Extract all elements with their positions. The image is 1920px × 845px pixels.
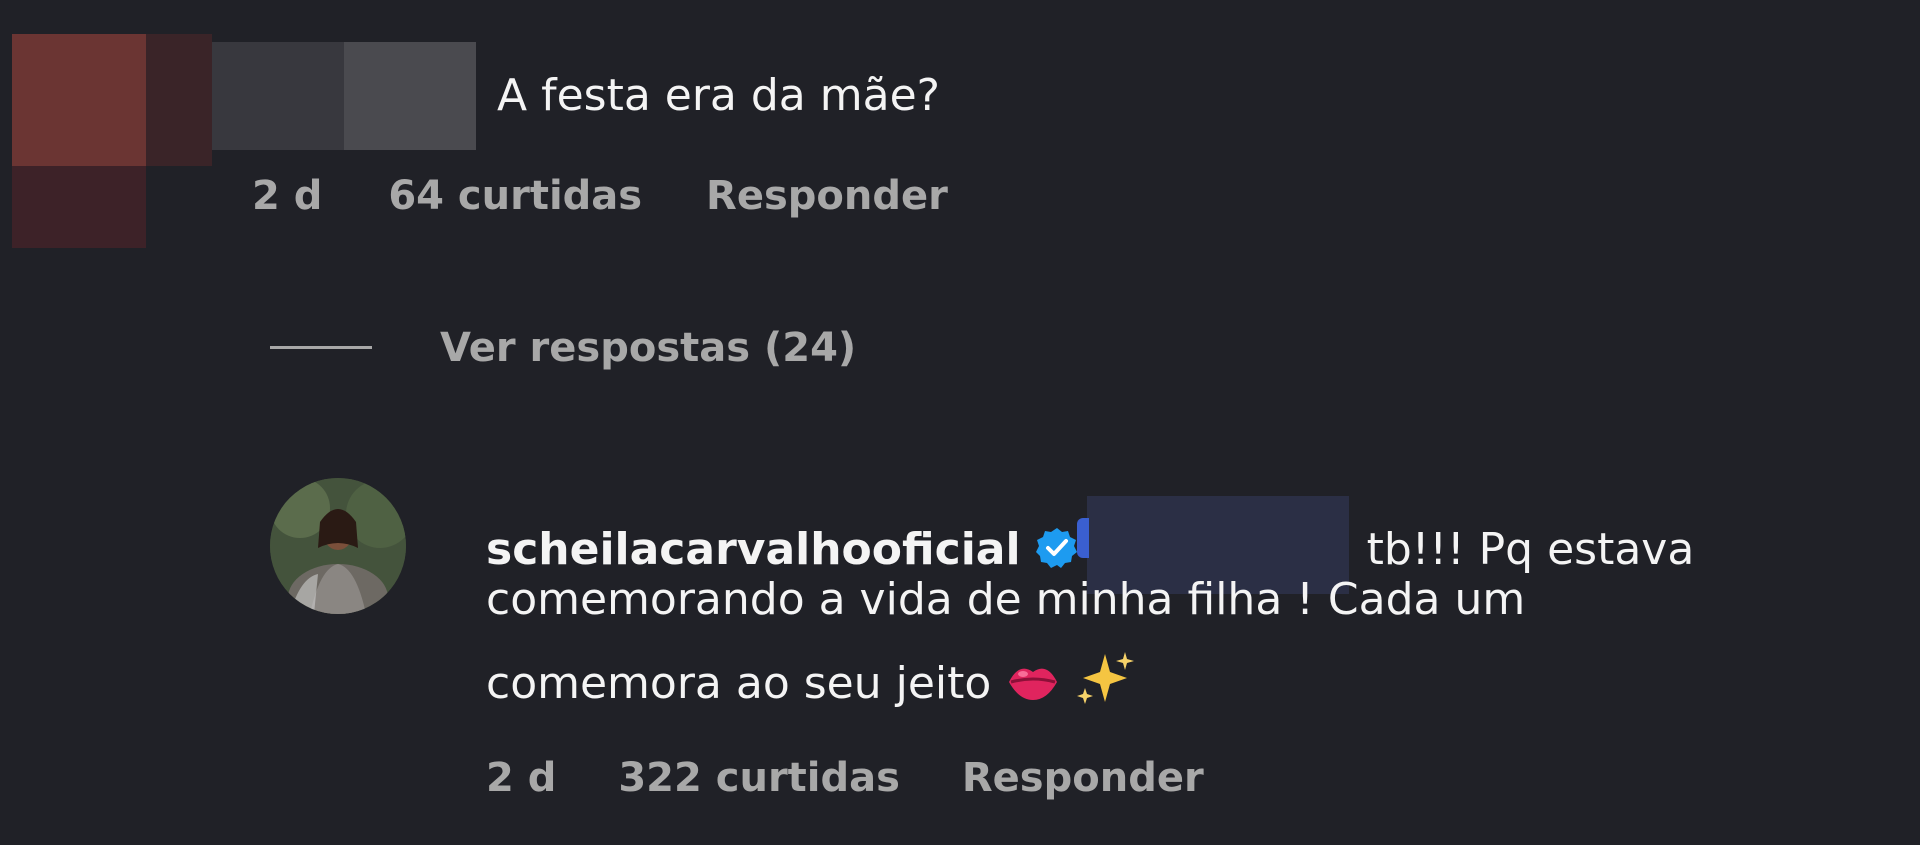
comment-meta: 2 d 322 curtidas Responder (486, 758, 1204, 798)
like-count[interactable]: 64 curtidas (388, 176, 642, 216)
avatar[interactable] (12, 34, 212, 248)
reply-text-line3: comemora ao seu jeito (486, 658, 992, 709)
like-count[interactable]: 322 curtidas (618, 758, 900, 798)
username-redaction (212, 42, 344, 150)
avatar[interactable] (270, 478, 406, 614)
view-replies-button[interactable]: Ver respostas (24) (440, 328, 856, 368)
reply-line-3: comemora ao seu jeito (486, 650, 1137, 714)
kiss-mark-icon (1005, 656, 1061, 714)
comment-meta: 2 d 64 curtidas Responder (252, 176, 948, 216)
username[interactable]: scheilacarvalhooficial (486, 524, 1021, 575)
comment-timestamp: 2 d (252, 173, 323, 219)
reply-text-line1: tb!!! Pq estava (1366, 524, 1695, 575)
reply-button[interactable]: Responder (706, 176, 948, 216)
comment-text: A festa era da mãe? (497, 70, 941, 121)
reply-line-2: comemorando a vida de minha filha ! Cada… (486, 574, 1526, 625)
reply-button[interactable]: Responder (962, 758, 1204, 798)
comment-timestamp: 2 d (486, 755, 557, 801)
username-redaction (344, 42, 476, 150)
comments-panel: A festa era da mãe? 2 d 64 curtidas Resp… (0, 0, 1920, 845)
sparkles-icon (1075, 650, 1137, 714)
verified-badge-icon (1035, 526, 1079, 570)
replies-divider (270, 346, 372, 349)
